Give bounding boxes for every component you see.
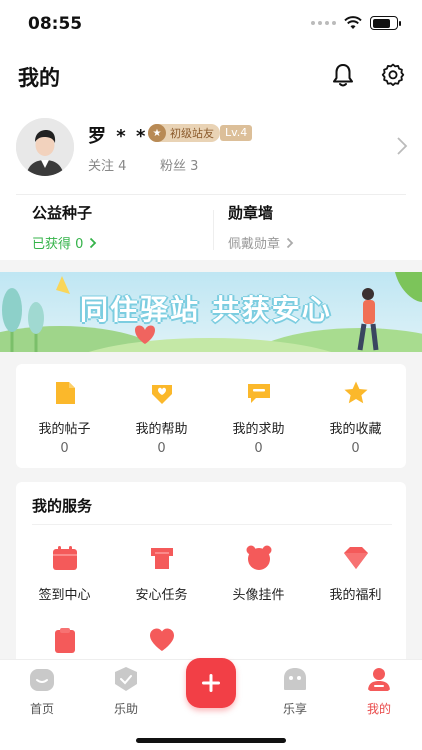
- divider: [32, 524, 392, 525]
- signal-icon: [311, 21, 336, 25]
- level-tag: Lv.4: [220, 125, 253, 141]
- ghost-icon: [284, 668, 306, 690]
- fans-count[interactable]: 粉丝 3: [160, 155, 198, 174]
- level-badge-label: 初级站友: [170, 127, 214, 140]
- service-tasks[interactable]: 安心任务: [113, 544, 210, 603]
- banner-text: 同住驿站 共获安心: [80, 293, 332, 326]
- home-icon: [30, 669, 54, 691]
- stat-label: 我的求助: [232, 422, 285, 437]
- diamond-icon: [343, 547, 368, 569]
- tab-label: 乐享: [282, 702, 307, 716]
- tab-label: 首页: [29, 702, 54, 716]
- status-icons: [311, 16, 401, 30]
- home-indicator: [136, 738, 286, 743]
- user-icon: [368, 668, 390, 691]
- username: 罗 * *: [88, 126, 148, 147]
- tab-label: 乐助: [113, 702, 138, 716]
- status-bar: 08:55: [0, 0, 422, 50]
- seeds-sub: 已获得 0: [32, 237, 84, 252]
- doc-icon: [55, 382, 75, 404]
- header: 我的: [0, 50, 422, 100]
- heart-hand-icon: [151, 385, 172, 404]
- stats-card: 我的帖子 0 我的帮助 0 我的求助 0 我的收藏 0: [16, 364, 406, 468]
- stat-value: 0: [254, 441, 263, 456]
- user-avatar-icon: [16, 118, 74, 176]
- plus-icon: [202, 674, 220, 692]
- shield-icon: [115, 667, 137, 691]
- tab-label: 我的: [366, 702, 391, 716]
- chevron-right-icon[interactable]: [396, 136, 408, 156]
- stat-posts[interactable]: 我的帖子 0: [16, 380, 113, 456]
- service-label: 我的福利: [329, 588, 382, 603]
- heart-icon: [149, 628, 174, 651]
- service-benefits[interactable]: 我的福利: [307, 544, 404, 603]
- wifi-icon: [344, 16, 362, 29]
- medals-link[interactable]: 佩戴勋章: [228, 233, 294, 252]
- services-title: 我的服务: [32, 497, 93, 515]
- stat-label: 我的帮助: [135, 422, 188, 437]
- chat-icon: [247, 384, 270, 403]
- profile-section: 罗 * * ★ 初级站友 Lv.4 关注 4 粉丝 3 公益种子 已获得 0 勋…: [0, 100, 422, 260]
- medals-sub: 佩戴勋章: [228, 237, 281, 252]
- stat-value: 0: [60, 441, 69, 456]
- battery-icon: [370, 16, 401, 30]
- service-label: 安心任务: [135, 588, 188, 603]
- promo-banner[interactable]: 同住驿站 共获安心: [0, 272, 422, 352]
- stat-label: 我的收藏: [329, 422, 382, 437]
- calendar-icon: [52, 546, 77, 570]
- stat-help[interactable]: 我的帮助 0: [113, 380, 210, 456]
- services-card: 我的服务 签到中心 安心任务 头像挂件 我的福利: [16, 482, 406, 682]
- medals-title[interactable]: 勋章墙: [228, 202, 273, 223]
- service-checkin[interactable]: 签到中心: [16, 544, 113, 603]
- seeds-link[interactable]: 已获得 0: [32, 233, 97, 252]
- tab-share[interactable]: 乐享: [265, 666, 325, 717]
- following-count[interactable]: 关注 4: [88, 155, 126, 174]
- stat-label: 我的帖子: [38, 422, 91, 437]
- divider: [213, 210, 214, 250]
- tab-home[interactable]: 首页: [12, 666, 72, 717]
- bear-icon: [246, 545, 271, 570]
- bell-icon[interactable]: [330, 62, 356, 88]
- stat-value: 0: [157, 441, 166, 456]
- shirt-icon: [150, 548, 173, 569]
- stat-favorites[interactable]: 我的收藏 0: [307, 380, 404, 456]
- add-post-button[interactable]: [186, 658, 236, 708]
- page-title: 我的: [18, 66, 60, 90]
- medal-icon: ★: [148, 124, 166, 142]
- service-avatar-pendant[interactable]: 头像挂件: [210, 544, 307, 603]
- stat-value: 0: [351, 441, 360, 456]
- level-badge[interactable]: ★ 初级站友: [148, 124, 220, 142]
- tab-mine[interactable]: 我的: [349, 666, 409, 717]
- seeds-title[interactable]: 公益种子: [32, 202, 92, 223]
- clipboard-icon: [54, 628, 75, 653]
- chevron-right-icon: [90, 237, 97, 248]
- service-label: 头像挂件: [232, 588, 285, 603]
- tab-bar: 首页 乐助 乐享 我的: [0, 658, 422, 750]
- star-icon: [344, 381, 367, 404]
- status-time: 08:55: [28, 14, 83, 34]
- gear-icon[interactable]: [380, 62, 406, 88]
- service-label: 签到中心: [38, 588, 91, 603]
- avatar[interactable]: [16, 118, 74, 176]
- divider: [16, 194, 406, 195]
- tab-help[interactable]: 乐助: [96, 666, 156, 717]
- stat-requests[interactable]: 我的求助 0: [210, 380, 307, 456]
- chevron-right-icon: [286, 237, 294, 248]
